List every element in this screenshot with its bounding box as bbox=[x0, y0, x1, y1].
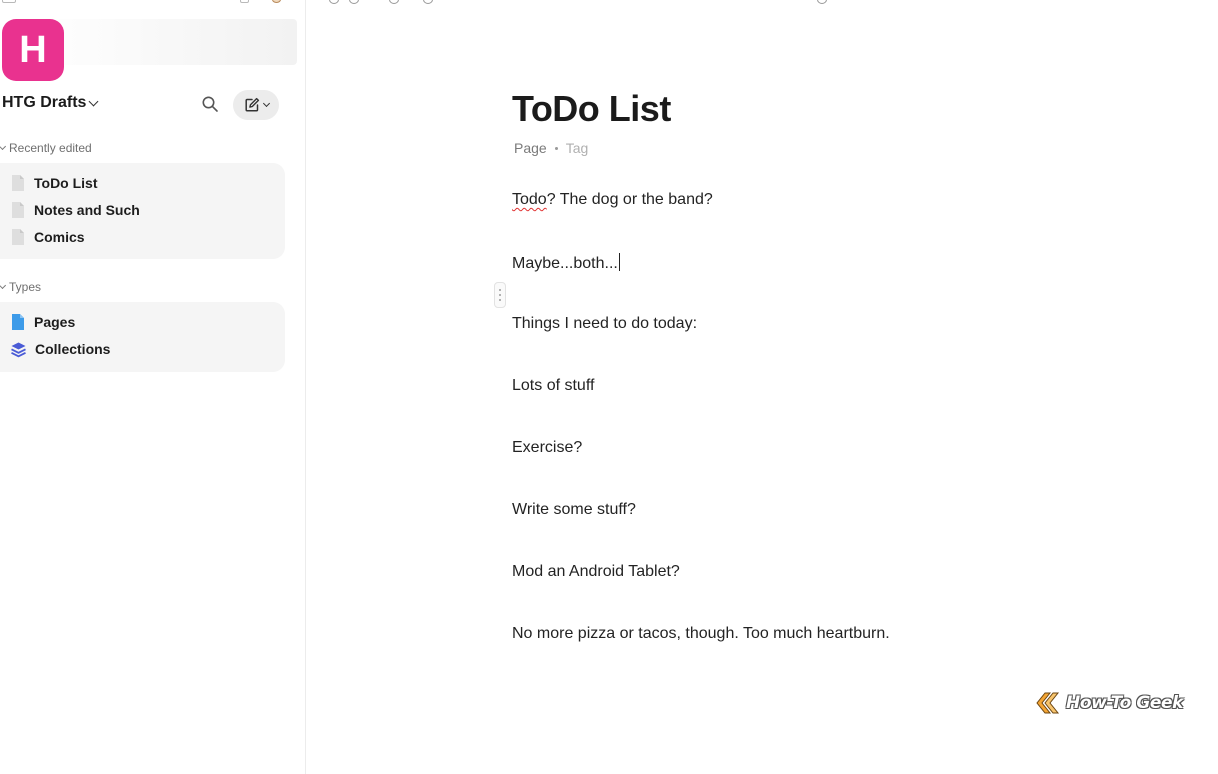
pin-icon[interactable] bbox=[423, 0, 433, 4]
sidebar-item-comics[interactable]: Comics bbox=[10, 226, 85, 248]
text-cursor bbox=[618, 253, 620, 271]
block-drag-handle[interactable] bbox=[494, 282, 506, 308]
sidebar-item-todo-list[interactable]: ToDo List bbox=[10, 172, 98, 194]
tag-field[interactable]: Tag bbox=[566, 140, 589, 156]
paragraph-block[interactable]: No more pizza or tacos, though. Too much… bbox=[512, 625, 890, 643]
space-name: HTG Drafts bbox=[2, 94, 87, 111]
space-initial: H bbox=[19, 28, 47, 71]
sidebar-top-toolbar bbox=[0, 0, 306, 6]
htg-watermark: How-To Geek bbox=[1036, 690, 1183, 716]
recent-section-label: Recently edited bbox=[9, 141, 92, 155]
chevron-down-icon bbox=[262, 99, 270, 108]
sidebar-toggle-icon[interactable] bbox=[2, 0, 16, 3]
window-icon[interactable] bbox=[240, 0, 249, 3]
paragraph-block[interactable]: Mod an Android Tablet? bbox=[512, 563, 680, 581]
layers-icon bbox=[11, 342, 26, 357]
profile-avatar-icon[interactable] bbox=[272, 0, 281, 3]
back-icon[interactable] bbox=[329, 0, 339, 4]
htg-logo-icon bbox=[1036, 692, 1060, 714]
sidebar-item-label: Comics bbox=[34, 229, 85, 245]
drag-dot bbox=[499, 294, 501, 296]
watermark-text: How-To Geek bbox=[1066, 693, 1184, 713]
forward-icon[interactable] bbox=[349, 0, 359, 4]
chevron-down-icon bbox=[0, 281, 7, 290]
sidebar-item-label: ToDo List bbox=[34, 175, 98, 191]
sidebar-item-collections[interactable]: Collections bbox=[10, 338, 110, 360]
sidebar-item-label: Notes and Such bbox=[34, 202, 140, 218]
page-icon bbox=[12, 229, 24, 245]
new-object-button[interactable] bbox=[233, 90, 279, 120]
drag-dot bbox=[499, 299, 501, 301]
page-title[interactable]: ToDo List bbox=[512, 88, 671, 130]
paragraph-text: ? The dog or the band? bbox=[546, 191, 713, 208]
compose-icon bbox=[244, 97, 259, 112]
paragraph-block[interactable]: Write some stuff? bbox=[512, 501, 636, 519]
chevron-down-icon bbox=[0, 142, 7, 151]
sidebar-item-pages[interactable]: Pages bbox=[10, 311, 75, 333]
paragraph-block[interactable]: Maybe...both... bbox=[512, 253, 620, 273]
sidebar: H HTG Drafts Recently edited ToDo List N… bbox=[0, 0, 306, 774]
recent-list: ToDo List Notes and Such Comics bbox=[0, 163, 285, 259]
space-avatar[interactable]: H bbox=[2, 19, 64, 81]
document-editor[interactable]: ToDo List Page Tag Todo? The dog or the … bbox=[512, 0, 1172, 774]
sidebar-item-notes-and-such[interactable]: Notes and Such bbox=[10, 199, 140, 221]
paragraph-block[interactable]: Lots of stuff bbox=[512, 377, 594, 395]
types-list: Pages Collections bbox=[0, 302, 285, 372]
page-icon bbox=[12, 202, 24, 218]
types-section-label: Types bbox=[9, 280, 42, 294]
page-blue-icon bbox=[12, 314, 24, 330]
page-meta: Page Tag bbox=[514, 140, 588, 156]
page-icon bbox=[12, 175, 24, 191]
paragraph-text: Maybe...both... bbox=[512, 255, 618, 272]
space-switcher[interactable]: HTG Drafts bbox=[2, 94, 99, 112]
chevron-down-icon bbox=[89, 96, 99, 106]
search-button[interactable] bbox=[201, 95, 219, 113]
paragraph-block[interactable]: Todo? The dog or the band? bbox=[512, 191, 713, 209]
history-icon[interactable] bbox=[389, 0, 399, 4]
meta-separator bbox=[554, 146, 558, 150]
paragraph-block[interactable]: Things I need to do today: bbox=[512, 315, 697, 333]
types-section-toggle[interactable]: Types bbox=[0, 280, 41, 294]
recent-section-toggle[interactable]: Recently edited bbox=[0, 141, 92, 155]
object-type-label[interactable]: Page bbox=[514, 140, 547, 156]
space-header: HTG Drafts bbox=[2, 90, 282, 120]
paragraph-block[interactable]: Exercise? bbox=[512, 439, 582, 457]
misspelled-word[interactable]: Todo bbox=[512, 191, 547, 208]
sidebar-item-label: Collections bbox=[35, 341, 111, 357]
app-window: H HTG Drafts Recently edited ToDo List N… bbox=[0, 0, 1218, 774]
sidebar-item-label: Pages bbox=[34, 314, 76, 330]
drag-dot bbox=[499, 289, 501, 291]
search-icon bbox=[202, 96, 218, 112]
